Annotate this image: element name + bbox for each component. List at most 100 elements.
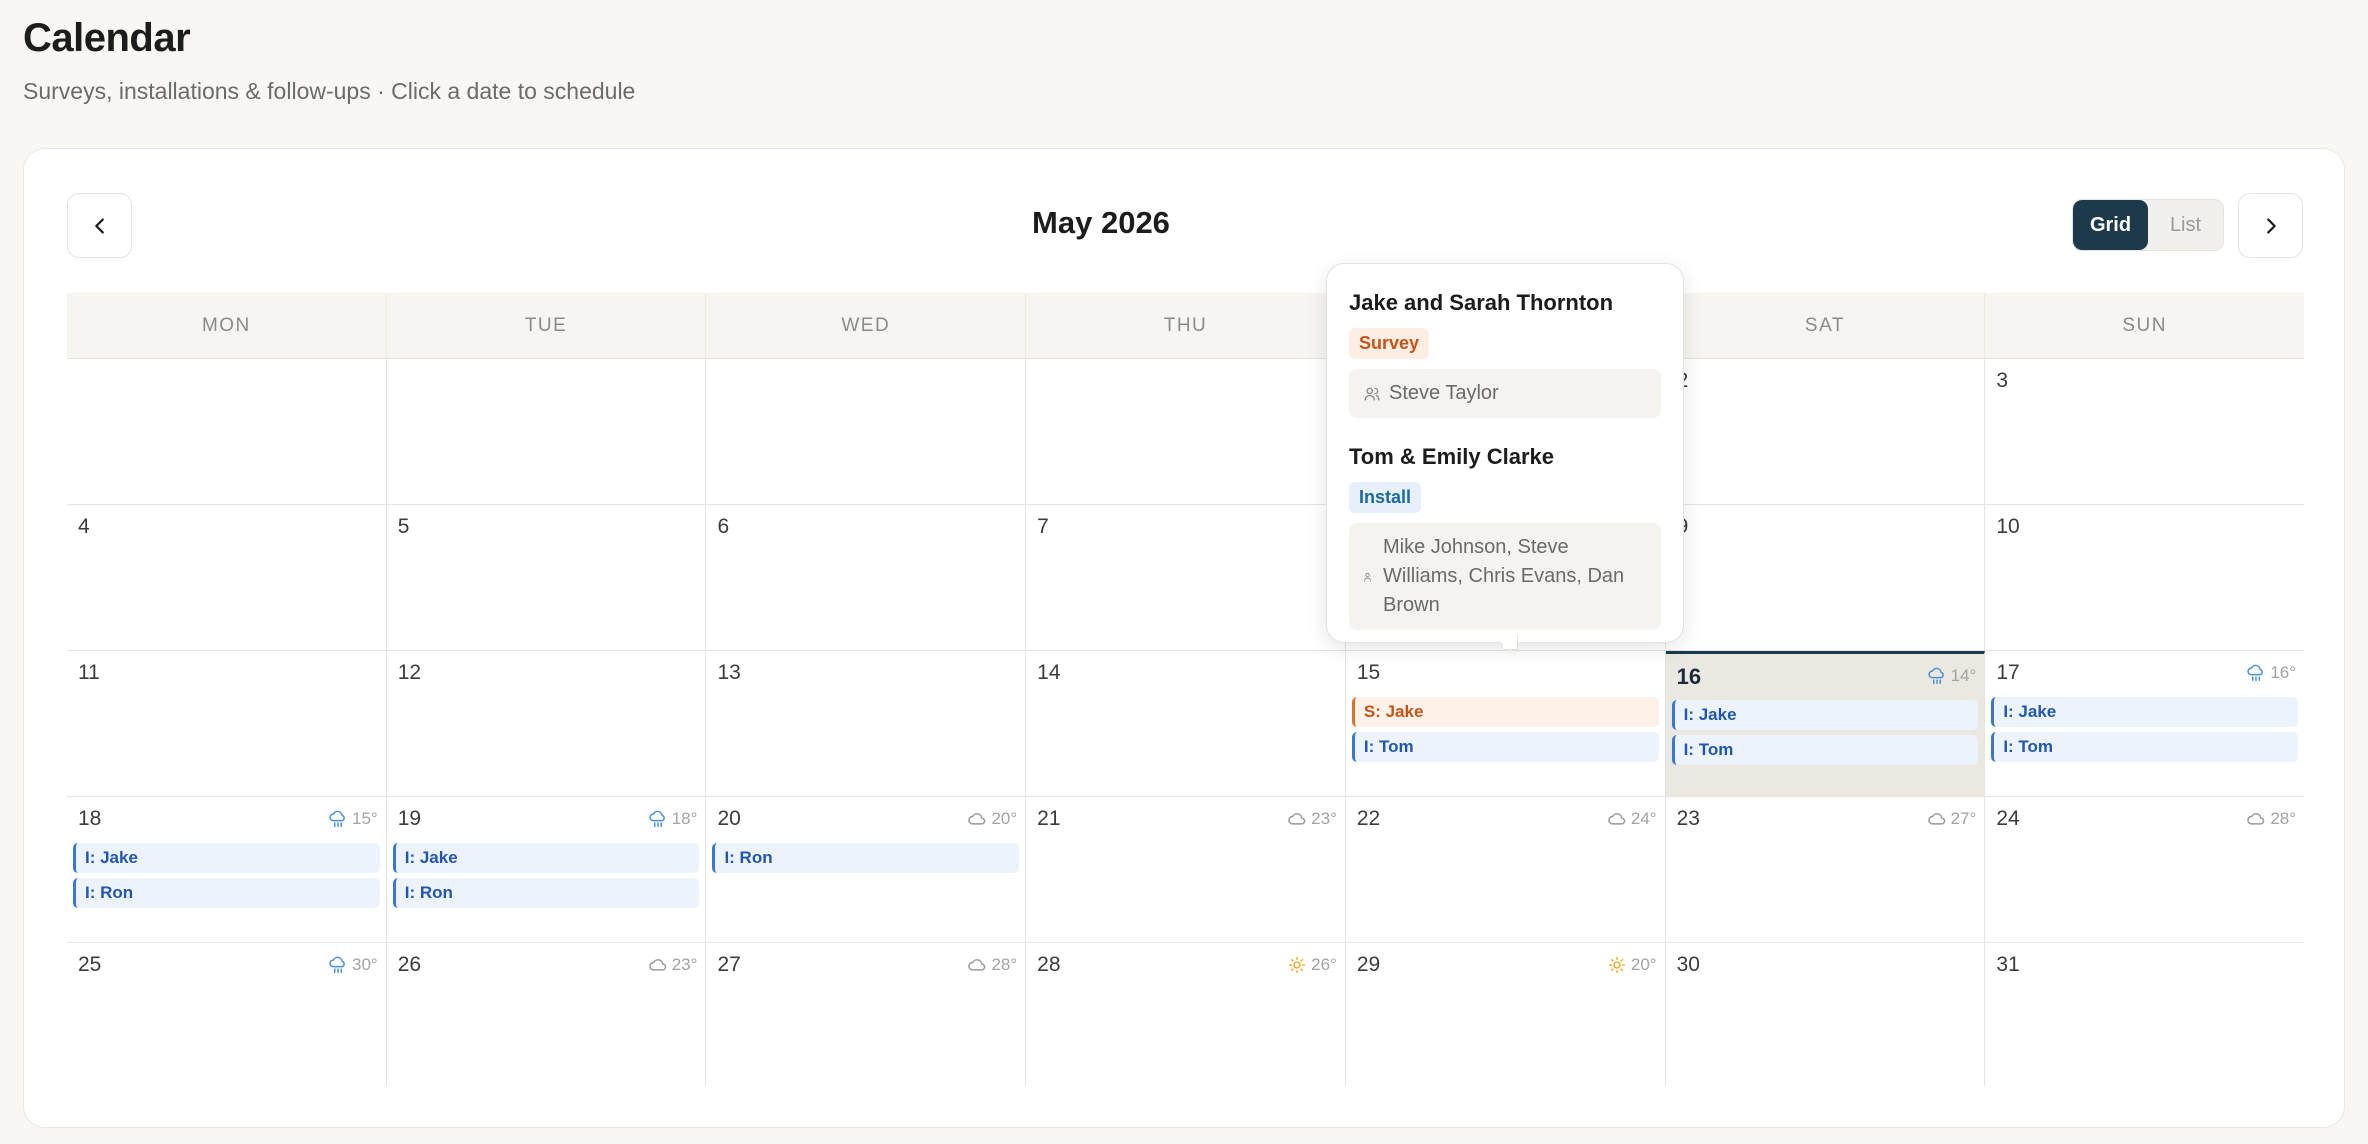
day-cell-10[interactable]: 10 xyxy=(1985,505,2304,650)
day-cell-14[interactable]: 14 xyxy=(1026,651,1346,796)
day-number: 11 xyxy=(78,661,100,684)
day-number: 9 xyxy=(1677,515,1979,541)
day-cell-13[interactable]: 13 xyxy=(706,651,1027,796)
day-events: I: Jake I: Tom xyxy=(1671,700,1979,765)
popover-entry[interactable]: Jake and Sarah Thornton Survey Steve Tay… xyxy=(1349,290,1661,418)
day-cell-21[interactable]: 21 23° xyxy=(1026,797,1346,942)
cloud-icon xyxy=(967,810,987,828)
weather-forecast: 20° xyxy=(967,809,1017,829)
weather-forecast: 27° xyxy=(1927,809,1976,829)
day-cell-empty xyxy=(1026,359,1346,504)
day-number: 6 xyxy=(717,515,730,538)
view-list-button[interactable]: List xyxy=(2148,200,2223,250)
rain-icon xyxy=(328,810,348,828)
day-number: 15 xyxy=(1356,661,1381,684)
day-cell-23[interactable]: 23 27° xyxy=(1666,797,1986,942)
weather-forecast: 23° xyxy=(1287,809,1337,829)
weather-temperature: 20° xyxy=(991,809,1018,828)
day-number: 14 xyxy=(1037,661,1061,684)
week-row: 18 15° I: Jake I: Ron 19 18° I: Jake I: Ron 20 20… xyxy=(67,796,2304,942)
day-cell-5[interactable]: 5 xyxy=(387,505,707,650)
day-cell-12[interactable]: 12 xyxy=(387,651,707,796)
view-grid-button[interactable]: Grid xyxy=(2073,200,2148,250)
popover-entry[interactable]: Tom & Emily Clarke Install Mike Johnson,… xyxy=(1349,444,1661,630)
next-month-button[interactable] xyxy=(2238,193,2303,258)
popover-assignees: Steve Taylor xyxy=(1349,369,1661,418)
weather-temperature: 28° xyxy=(991,955,1018,974)
weather-temperature: 30° xyxy=(352,955,378,974)
day-number: 30 xyxy=(1676,953,1700,976)
day-cell-25[interactable]: 25 30° xyxy=(67,943,387,1086)
day-cell-empty xyxy=(387,359,707,504)
day-cell-3[interactable]: 3 xyxy=(1985,359,2304,504)
day-number: 31 xyxy=(1996,953,2020,976)
day-number: 12 xyxy=(397,661,422,684)
weekday-header-wed: WED xyxy=(706,293,1027,358)
weather-temperature: 20° xyxy=(1630,955,1657,974)
weather-temperature: 28° xyxy=(2270,809,2297,828)
chevron-right-icon xyxy=(2266,217,2276,234)
weather-temperature: 24° xyxy=(1630,809,1657,828)
people-icon xyxy=(1364,572,1371,581)
survey-event-chip[interactable]: S: Jake xyxy=(1351,697,1659,727)
weather-forecast: 14° xyxy=(1927,666,1977,686)
weekday-header-row: MONTUEWEDTHUFRISATSUN xyxy=(67,293,2304,358)
day-cell-19[interactable]: 19 18° I: Jake I: Ron xyxy=(387,797,707,942)
view-toggle: Grid List xyxy=(2072,199,2224,251)
install-event-chip[interactable]: I: Ron xyxy=(712,843,1020,873)
day-cell-9[interactable]: 9 xyxy=(1666,505,1986,650)
install-event-chip[interactable]: I: Ron xyxy=(392,878,700,908)
day-cell-empty xyxy=(67,359,387,504)
day-cell-24[interactable]: 24 28° xyxy=(1985,797,2304,942)
install-event-chip[interactable]: I: Tom xyxy=(1671,735,1979,765)
day-cell-2[interactable]: 2 xyxy=(1666,359,1986,504)
popover-type-tag: Survey xyxy=(1349,328,1430,359)
install-event-chip[interactable]: I: Tom xyxy=(1991,732,2299,762)
day-events: I: Jake I: Ron xyxy=(73,843,380,908)
sun-icon xyxy=(1287,956,1307,974)
sun-icon xyxy=(1607,956,1627,974)
day-cell-20[interactable]: 20 20° I: Ron xyxy=(706,797,1027,942)
weather-temperature: 26° xyxy=(1311,955,1337,974)
day-events: I: Jake I: Ron xyxy=(392,843,700,908)
calendar-card: May 2026 Grid List MONTUEWEDTHUFRISATSUN… xyxy=(23,148,2345,1128)
install-event-chip[interactable]: I: Ron xyxy=(73,878,380,908)
day-cell-30[interactable]: 30 xyxy=(1666,943,1986,1086)
install-event-chip[interactable]: I: Jake xyxy=(73,843,380,873)
day-cell-26[interactable]: 26 23° xyxy=(387,943,707,1086)
day-cell-6[interactable]: 6 xyxy=(706,505,1027,650)
week-row: 45678910 xyxy=(67,504,2304,650)
day-cell-17[interactable]: 17 16° I: Jake I: Tom xyxy=(1985,651,2304,796)
weekday-header-sat: SAT xyxy=(1666,293,1986,358)
weather-forecast: 23° xyxy=(648,955,697,975)
week-row: 23 xyxy=(67,358,2304,504)
day-cell-28[interactable]: 28 26° xyxy=(1026,943,1346,1086)
day-cell-29[interactable]: 29 20° xyxy=(1346,943,1666,1086)
weather-forecast: 24° xyxy=(1607,809,1657,829)
rain-icon xyxy=(328,956,348,974)
day-cell-11[interactable]: 11 xyxy=(67,651,387,796)
popover-assignees: Mike Johnson, Steve Williams, Chris Evan… xyxy=(1349,523,1661,630)
install-event-chip[interactable]: I: Tom xyxy=(1351,732,1659,762)
day-cell-16[interactable]: 16 14° I: Jake I: Tom xyxy=(1665,651,1986,796)
day-cell-18[interactable]: 18 15° I: Jake I: Ron xyxy=(67,797,387,942)
day-cell-31[interactable]: 31 xyxy=(1985,943,2304,1086)
weather-temperature: 14° xyxy=(1950,666,1977,685)
day-events-popover: Jake and Sarah Thornton Survey Steve Tay… xyxy=(1326,263,1684,653)
weekday-header-tue: TUE xyxy=(387,293,707,358)
popover-customer-name: Jake and Sarah Thornton xyxy=(1349,290,1614,315)
install-event-chip[interactable]: I: Jake xyxy=(392,843,700,873)
day-cell-15[interactable]: 15 S: Jake I: Tom xyxy=(1346,651,1666,796)
day-cell-4[interactable]: 4 xyxy=(67,505,387,650)
day-number: 3 xyxy=(1996,369,2008,392)
day-cell-7[interactable]: 7 xyxy=(1026,505,1346,650)
install-event-chip[interactable]: I: Jake xyxy=(1671,700,1979,730)
install-event-chip[interactable]: I: Jake xyxy=(1991,697,2299,727)
cloud-icon xyxy=(648,956,668,974)
weekday-header-mon: MON xyxy=(67,293,387,358)
day-cell-22[interactable]: 22 24° xyxy=(1346,797,1666,942)
weather-forecast: 15° xyxy=(328,809,378,829)
cloud-icon xyxy=(1287,810,1307,828)
day-cell-27[interactable]: 27 28° xyxy=(706,943,1027,1086)
day-number xyxy=(717,369,1019,395)
